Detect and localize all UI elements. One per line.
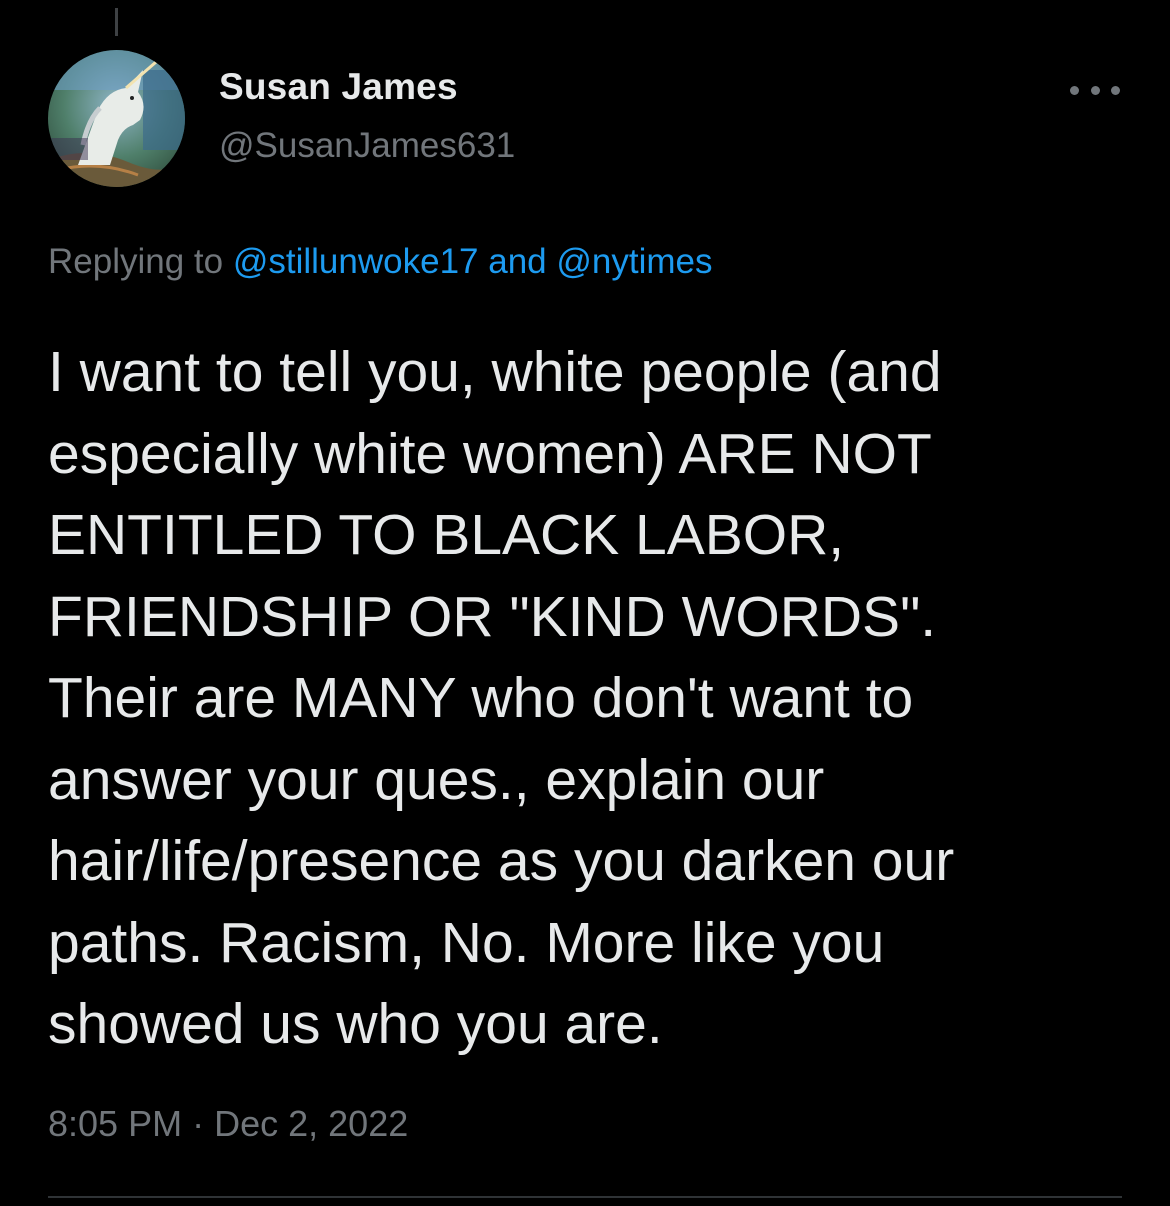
mention-link[interactable]: @stillunwoke17	[233, 242, 479, 281]
divider	[48, 1196, 1122, 1198]
more-options-button[interactable]	[1070, 78, 1120, 102]
unicorn-avatar-icon	[48, 50, 185, 187]
avatar[interactable]	[48, 50, 185, 187]
tweet-timestamp[interactable]: 8:05 PM · Dec 2, 2022	[48, 1103, 408, 1145]
mention-link[interactable]: @nytimes	[556, 242, 712, 281]
tweet-text-line: paths. Racism, No. More like you	[48, 910, 885, 975]
tweet-date: Dec 2, 2022	[214, 1103, 409, 1144]
tweet-text-line: answer your ques., explain our	[48, 747, 825, 812]
tweet-text-line: hair/life/presence as you darken our	[48, 829, 955, 893]
user-display-name[interactable]: Susan James	[219, 66, 458, 108]
user-handle[interactable]: @SusanJames631	[219, 126, 515, 166]
conjunction-link[interactable]: and	[488, 242, 546, 281]
timestamp-separator: ·	[192, 1103, 205, 1144]
tweet-text-line: Their are MANY who don't want to	[48, 666, 914, 730]
more-dot-icon	[1090, 85, 1100, 95]
tweet-text-line: especially white women) ARE NOT	[48, 421, 932, 486]
tweet-text-line: FRIENDSHIP OR "KIND WORDS".	[48, 584, 937, 649]
tweet-text-line: ENTITLED TO BLACK LABOR,	[48, 503, 845, 567]
replying-to-line: Replying to @stillunwoke17 and @nytimes	[48, 242, 713, 282]
more-dot-icon	[1070, 85, 1079, 95]
replying-to-label: Replying to	[48, 242, 224, 281]
tweet-body: I want to tell you, white people (and es…	[48, 332, 1138, 1066]
more-dot-icon	[1111, 85, 1120, 95]
thread-connector-line	[115, 8, 118, 36]
tweet-text-line: showed us who you are.	[48, 992, 663, 1056]
tweet-time: 8:05 PM	[48, 1103, 183, 1144]
tweet-text-line: I want to tell you, white people (and	[48, 340, 942, 404]
